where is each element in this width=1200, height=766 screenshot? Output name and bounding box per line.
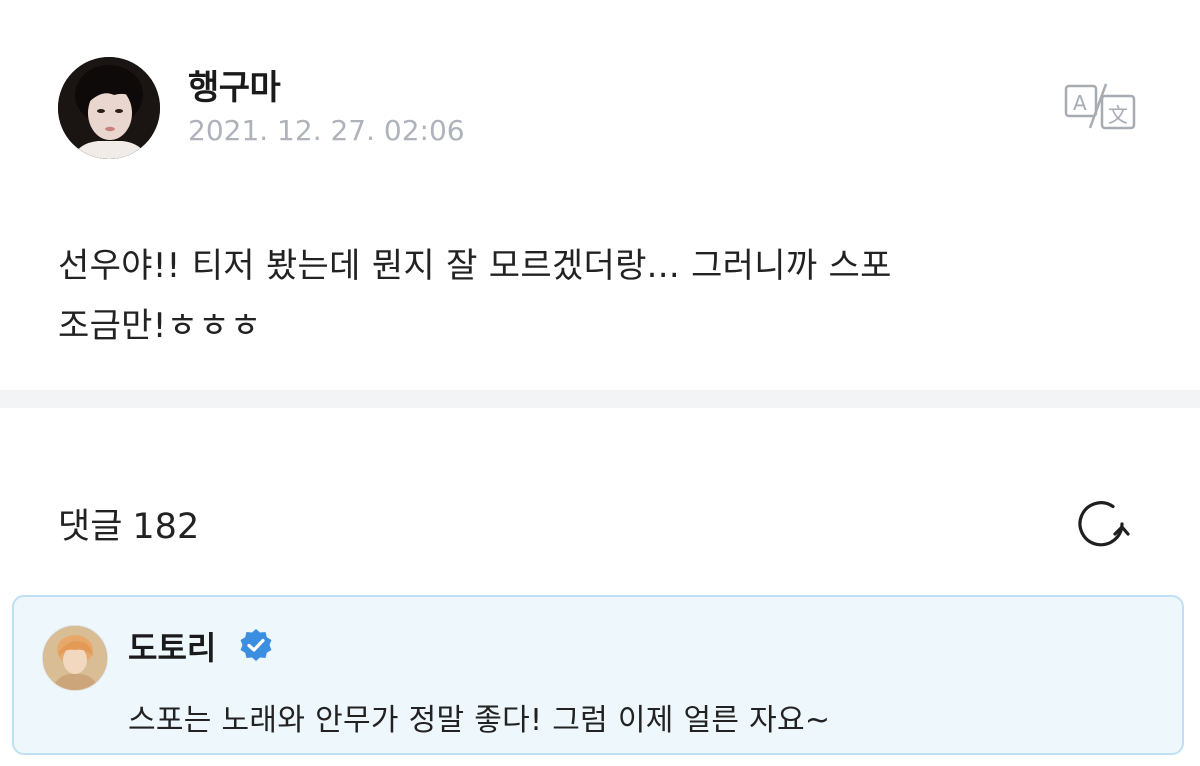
user-avatar-photo-icon <box>58 57 160 159</box>
post-author-name[interactable]: 행구마 <box>188 60 281 109</box>
post-body-line: 선우야!! 티저 봤는데 뭔지 잘 모르겠더랑... 그러니까 스포 <box>58 246 892 286</box>
post-author-avatar[interactable] <box>58 57 160 159</box>
refresh-icon[interactable] <box>1072 494 1132 554</box>
post-body-line: 조금만!ㅎㅎㅎ <box>58 306 262 346</box>
svg-text:A: A <box>1073 91 1087 115</box>
post-detail-page: 행구마 2021. 12. 27. 02:06 A 文 선우야!! 티저 봤는데… <box>0 0 1200 766</box>
user-avatar-photo-icon <box>43 626 107 690</box>
translate-icon[interactable]: A 文 <box>1060 80 1140 134</box>
comments-label: 댓글 <box>58 507 123 547</box>
comments-count: 182 <box>132 507 200 547</box>
verified-badge-icon <box>238 627 274 663</box>
svg-text:文: 文 <box>1108 103 1128 127</box>
comments-header: 댓글 182 <box>58 498 199 549</box>
comment-text: 스포는 노래와 안무가 정말 좋다! 그럼 이제 얼른 자요~ <box>128 703 831 738</box>
section-divider <box>0 390 1200 408</box>
post-body: 선우야!! 티저 봤는데 뭔지 잘 모르겠더랑... 그러니까 스포 조금만!ㅎ… <box>58 236 1158 356</box>
highlighted-comment[interactable]: 도토리 스포는 노래와 안무가 정말 좋다! 그럼 이제 얼른 자요~ <box>12 595 1184 755</box>
post-timestamp: 2021. 12. 27. 02:06 <box>188 114 465 147</box>
comment-author-avatar[interactable] <box>42 625 108 691</box>
comment-author-name[interactable]: 도토리 <box>128 623 216 669</box>
